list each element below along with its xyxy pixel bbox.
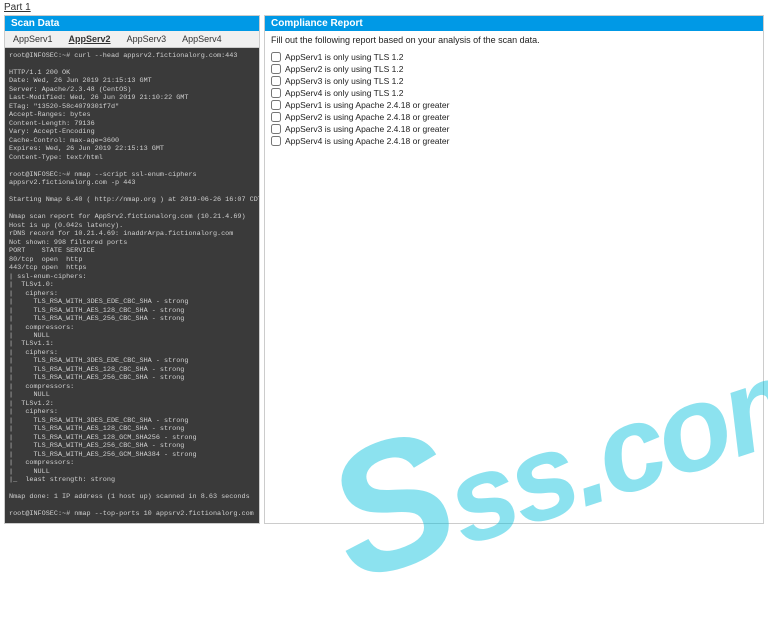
check-appserv2-tls[interactable] [271,64,281,74]
check-row: AppServ1 is using Apache 2.4.18 or great… [271,99,757,111]
check-label: AppServ1 is only using TLS 1.2 [285,52,403,62]
check-appserv4-apache[interactable] [271,136,281,146]
scan-tabs: AppServ1 AppServ2 AppServ3 AppServ4 [5,31,259,48]
tab-appserv3[interactable]: AppServ3 [119,31,175,47]
check-label: AppServ2 is only using TLS 1.2 [285,64,403,74]
check-row: AppServ3 is using Apache 2.4.18 or great… [271,123,757,135]
check-appserv3-apache[interactable] [271,124,281,134]
report-checklist: AppServ1 is only using TLS 1.2 AppServ2 … [265,49,763,149]
tab-appserv4[interactable]: AppServ4 [174,31,230,47]
check-row: AppServ2 is only using TLS 1.2 [271,63,757,75]
tab-appserv2[interactable]: AppServ2 [61,31,119,47]
terminal-output: root@INFOSEC:~# curl --head appsrv2.fict… [5,48,259,523]
check-appserv4-tls[interactable] [271,88,281,98]
report-panel: Compliance Report Fill out the following… [264,15,764,524]
report-header: Compliance Report [265,16,763,31]
report-instruction: Fill out the following report based on y… [265,31,763,49]
tab-appserv1[interactable]: AppServ1 [5,31,61,47]
check-row: AppServ4 is only using TLS 1.2 [271,87,757,99]
check-appserv1-tls[interactable] [271,52,281,62]
check-label: AppServ3 is using Apache 2.4.18 or great… [285,124,449,134]
scan-header: Scan Data [5,16,259,31]
check-row: AppServ2 is using Apache 2.4.18 or great… [271,111,757,123]
check-label: AppServ1 is using Apache 2.4.18 or great… [285,100,449,110]
check-row: AppServ3 is only using TLS 1.2 [271,75,757,87]
main-container: Scan Data AppServ1 AppServ2 AppServ3 App… [0,15,768,524]
check-label: AppServ4 is using Apache 2.4.18 or great… [285,136,449,146]
check-appserv2-apache[interactable] [271,112,281,122]
check-label: AppServ4 is only using TLS 1.2 [285,88,403,98]
check-label: AppServ2 is using Apache 2.4.18 or great… [285,112,449,122]
check-appserv1-apache[interactable] [271,100,281,110]
check-row: AppServ4 is using Apache 2.4.18 or great… [271,135,757,147]
check-appserv3-tls[interactable] [271,76,281,86]
scan-panel: Scan Data AppServ1 AppServ2 AppServ3 App… [4,15,260,524]
check-row: AppServ1 is only using TLS 1.2 [271,51,757,63]
part-label: Part 1 [0,0,768,15]
check-label: AppServ3 is only using TLS 1.2 [285,76,403,86]
